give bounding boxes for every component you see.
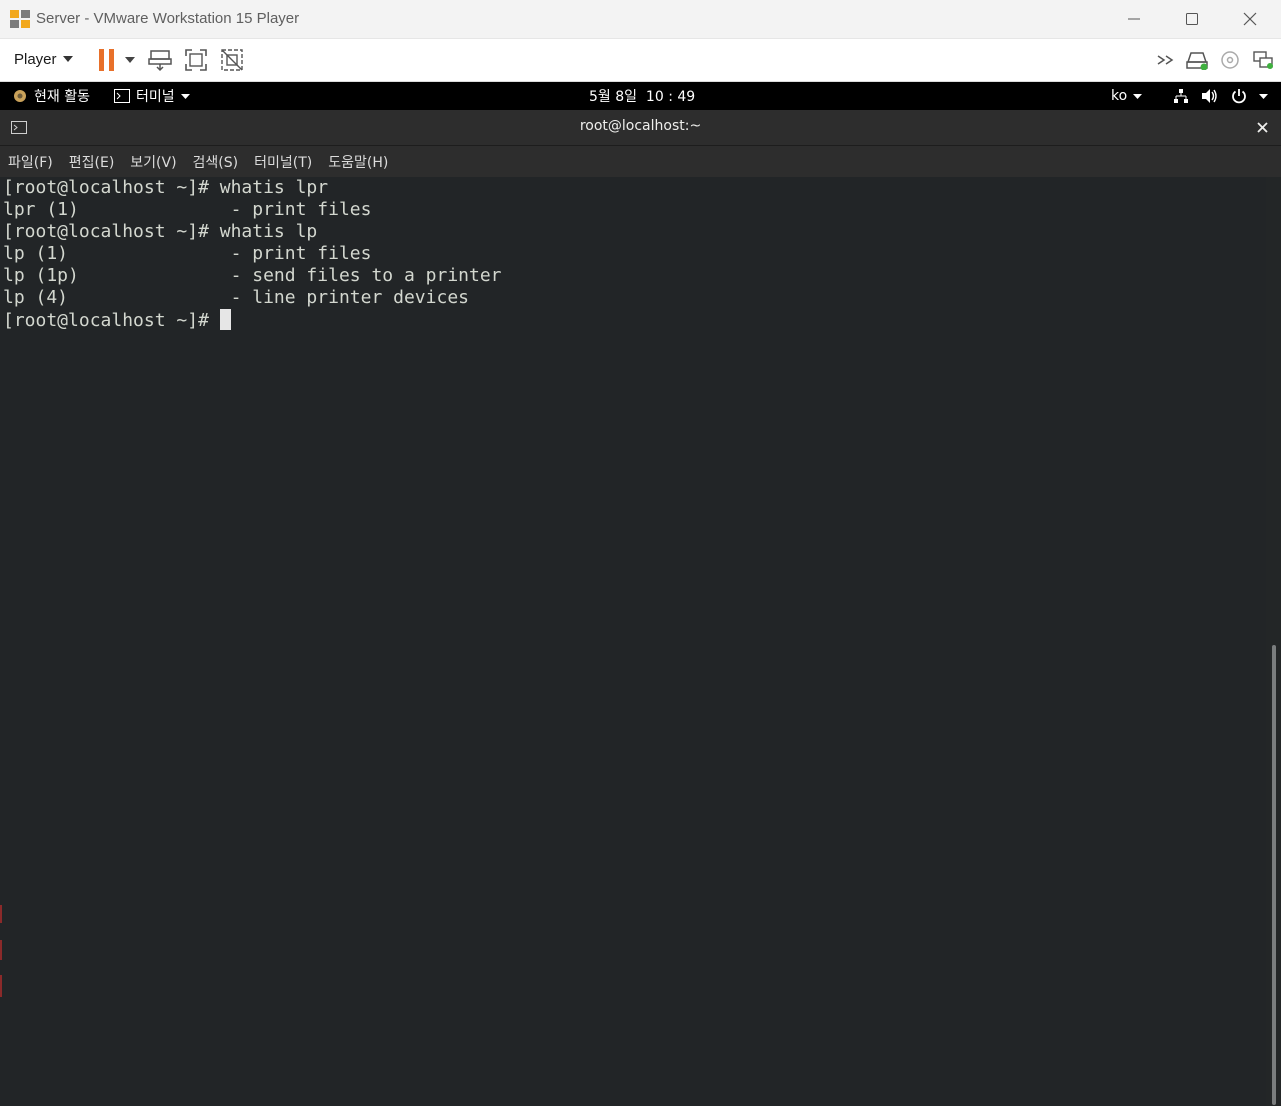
terminal-close-icon[interactable] [1257,122,1268,133]
window-titlebar[interactable]: Server - VMware Workstation 15 Player [0,0,1281,39]
scrollbar-thumb[interactable] [1272,645,1276,1105]
terminal-prompt: [root@localhost ~]# [3,310,220,331]
network-adapter-icon [1253,51,1273,69]
window-title: Server - VMware Workstation 15 Player [36,10,300,27]
terminal-line: [root@localhost ~]# whatis lp [3,221,318,242]
clock-button[interactable]: 5월 8일 10 : 49 [589,82,695,110]
fullscreen-button[interactable] [183,47,209,73]
activities-button[interactable]: 현재 활동 [12,82,90,110]
close-button[interactable] [1221,0,1279,38]
gnome-top-bar: 현재 활동 터미널 5월 8일 10 : 49 ko [0,82,1281,110]
chevron-down-icon [1133,93,1143,99]
terminal-title: root@localhost:~ [579,118,702,134]
terminal-line: lpr (1) - print files [3,199,372,220]
close-icon [1243,12,1257,26]
hard-disk-button[interactable] [1184,49,1210,71]
edge-marker [0,975,2,997]
edge-marker [0,940,2,960]
terminal-menubar: 파일(F) 편집(E) 보기(V) 검색(S) 터미널(T) 도움말(H) [0,146,1281,177]
menu-file[interactable]: 파일(F) [0,152,61,172]
menu-edit[interactable]: 편집(E) [61,152,123,172]
chevron-down-icon [1259,93,1268,99]
input-method-button[interactable]: ko [1111,82,1143,110]
more-devices-button[interactable] [1155,51,1177,69]
pause-icon [99,49,114,71]
dropdown-arrow-icon [125,57,135,63]
app-menu-label: 터미널 [136,89,175,105]
send-ctrl-alt-del-button[interactable] [147,47,173,73]
terminal-scrollbar[interactable] [1266,177,1281,1106]
terminal-app-icon [114,89,130,103]
terminal-line: lp (1) - print files [3,243,372,264]
system-menu-button[interactable] [1173,82,1268,110]
unity-button[interactable] [219,47,245,73]
menu-terminal[interactable]: 터미널(T) [246,152,320,172]
cd-drive-button[interactable] [1218,49,1242,71]
network-wired-icon [1174,89,1188,103]
cd-icon [1221,51,1239,69]
hard-disk-icon [1186,52,1208,70]
menu-view[interactable]: 보기(V) [122,152,184,172]
activities-label: 현재 활동 [34,89,90,105]
app-menu-button[interactable]: 터미널 [114,82,190,110]
power-dropdown-button[interactable] [122,53,138,67]
vmware-app-icon [10,10,30,28]
terminal-line: lp (4) - line printer devices [3,287,469,308]
minimize-button[interactable] [1105,0,1163,38]
clock-label: 5월 8일 10 : 49 [589,89,696,105]
maximize-button[interactable] [1163,0,1221,38]
player-menu-label: Player [14,50,57,68]
terminal-text: [root@localhost ~]# whatis lpr lpr (1) -… [3,177,502,332]
maximize-icon [1186,13,1198,25]
text-cursor [219,309,231,330]
unity-icon [221,49,243,71]
pause-button[interactable] [94,47,120,73]
chevron-down-icon [62,56,73,62]
menu-search[interactable]: 검색(S) [185,152,247,172]
network-adapter-button[interactable] [1250,49,1276,71]
player-menu-button[interactable]: Player [8,48,79,70]
power-icon [1232,89,1246,104]
vmware-toolbar: Player [0,39,1281,82]
terminal-line: lp (1p) - send files to a printer [3,265,502,286]
terminal-headerbar: root@localhost:~ [0,110,1281,146]
activities-icon [14,90,26,102]
more-icon [1157,55,1174,65]
send-ctrl-alt-del-icon [148,50,172,72]
minimize-icon [1128,18,1140,20]
terminal-line: [root@localhost ~]# whatis lpr [3,177,329,198]
chevron-down-icon [180,93,190,99]
volume-icon [1202,89,1217,103]
menu-help[interactable]: 도움말(H) [320,152,396,172]
terminal-output-area[interactable]: [root@localhost ~]# whatis lpr lpr (1) -… [0,177,1281,1106]
edge-marker [0,905,2,923]
fullscreen-icon [185,49,207,71]
input-method-label: ko [1111,88,1128,104]
